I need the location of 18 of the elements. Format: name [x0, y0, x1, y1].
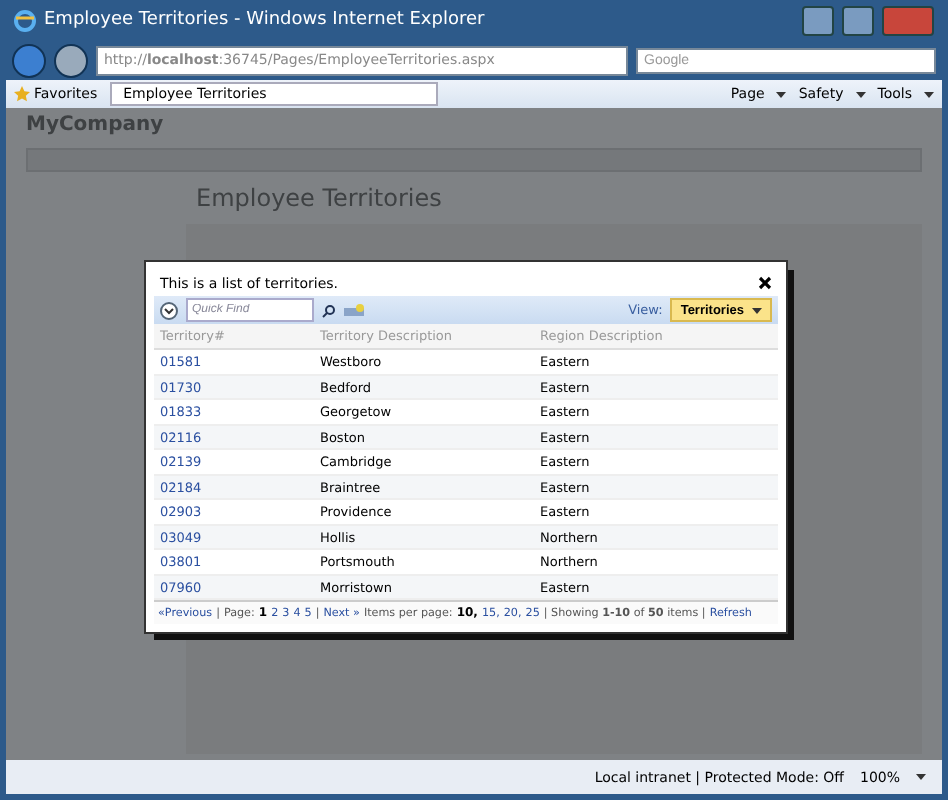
- caret-icon: [855, 91, 866, 97]
- browser-logo-icon: [14, 9, 36, 31]
- actions-icon[interactable]: [160, 301, 178, 319]
- window-title: Employee Territories - Windows Internet Explorer: [44, 10, 487, 30]
- forward-button[interactable]: [54, 43, 88, 77]
- close-button[interactable]: [758, 276, 772, 290]
- back-button[interactable]: [12, 43, 46, 77]
- search-icon[interactable]: [322, 303, 336, 317]
- caret-icon: [924, 91, 934, 97]
- caret-icon: [916, 774, 926, 780]
- filter-icon[interactable]: [344, 304, 364, 316]
- page-heading: Employee Territories: [196, 184, 444, 212]
- maximize-button[interactable]: [842, 5, 874, 35]
- star-icon: [14, 86, 30, 102]
- brand-name: MyCompany: [26, 114, 166, 136]
- caret-icon: [776, 91, 787, 97]
- caret-icon: [752, 307, 762, 313]
- minimize-button[interactable]: [802, 5, 834, 35]
